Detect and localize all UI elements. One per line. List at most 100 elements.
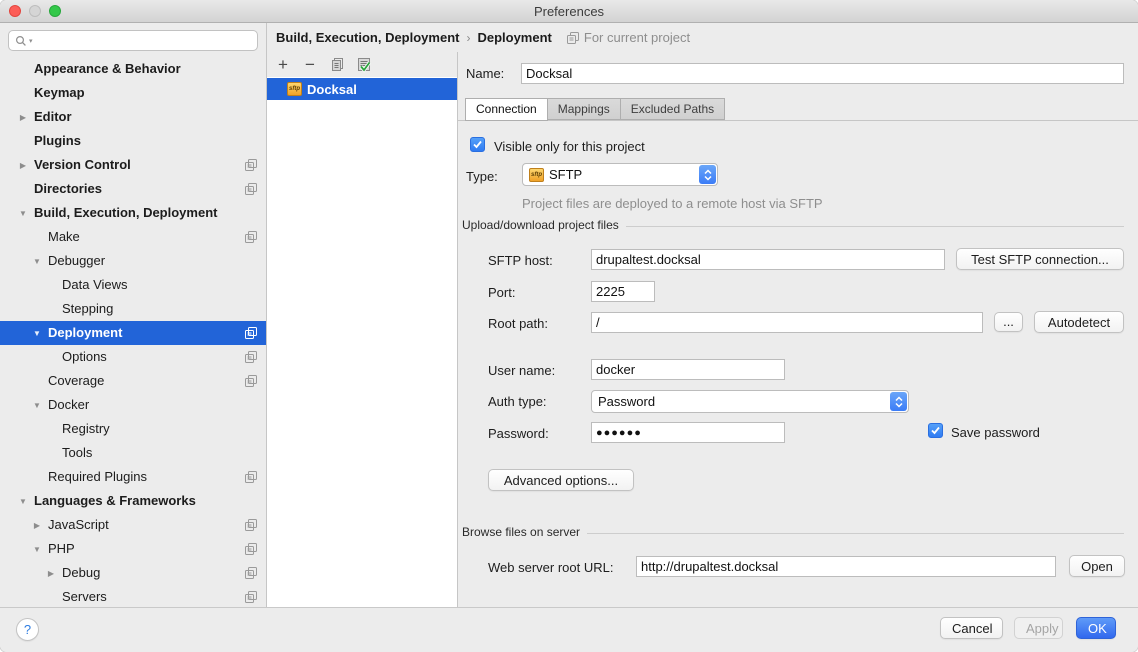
sidebar-item-javascript[interactable]: ▶ JavaScript — [0, 513, 266, 537]
expand-arrow-icon[interactable]: ▶ — [16, 106, 30, 130]
sidebar-item-debugger[interactable]: ▼ Debugger — [0, 249, 266, 273]
copy-server-button[interactable] — [328, 56, 346, 74]
sidebar-item-appearance-behavior[interactable]: Appearance & Behavior — [0, 57, 266, 81]
sidebar-item-plugins[interactable]: Plugins — [0, 129, 266, 153]
password-label: Password: — [488, 426, 549, 441]
select-stepper-icon — [890, 392, 907, 411]
scope-indicator: For current project — [567, 30, 690, 45]
ok-button[interactable]: OK — [1076, 617, 1116, 639]
sidebar-item-php[interactable]: ▼PHP — [0, 537, 266, 561]
type-select[interactable]: sftp SFTP — [522, 163, 718, 186]
breadcrumb-item-deployment[interactable]: Deployment — [477, 30, 551, 45]
checkmark-icon — [472, 139, 483, 150]
shared-settings-badge-icon — [245, 351, 257, 363]
expand-arrow-icon[interactable]: ▶ — [44, 562, 58, 586]
open-button[interactable]: Open — [1069, 555, 1125, 577]
browse-root-path-button[interactable]: ... — [994, 312, 1023, 332]
upload-section-label: Upload/download project files — [462, 218, 619, 232]
type-select-value: SFTP — [549, 167, 582, 182]
shared-settings-badge-icon — [245, 567, 257, 579]
deployment-form: Name: Connection Mappings Excluded Paths… — [458, 52, 1138, 607]
tab-mappings[interactable]: Mappings — [547, 98, 621, 120]
sidebar-item-label: Docker — [48, 397, 89, 412]
sidebar-item-debug[interactable]: ▶ Debug — [0, 561, 266, 585]
test-sftp-connection-button[interactable]: Test SFTP connection... — [956, 248, 1124, 270]
sidebar-item-label: Coverage — [48, 373, 104, 388]
advanced-options-button[interactable]: Advanced options... — [488, 469, 634, 491]
section-divider — [587, 533, 1124, 534]
sidebar-item-coverage[interactable]: Coverage — [0, 369, 266, 393]
tab-excluded-paths[interactable]: Excluded Paths — [620, 98, 725, 120]
sidebar-item-editor[interactable]: ▶Editor — [0, 105, 266, 129]
remove-server-button[interactable]: − — [301, 56, 319, 74]
sidebar-item-label: Debug — [62, 565, 100, 580]
port-input[interactable] — [591, 281, 655, 302]
root-path-input[interactable] — [591, 312, 983, 333]
collapse-arrow-icon[interactable]: ▼ — [16, 490, 30, 514]
password-input[interactable] — [591, 422, 785, 443]
breadcrumb-item-build-execution-deployment[interactable]: Build, Execution, Deployment — [276, 30, 459, 45]
collapse-arrow-icon[interactable]: ▼ — [16, 202, 30, 226]
breadcrumb: Build, Execution, Deployment › Deploymen… — [267, 23, 1138, 52]
help-button[interactable]: ? — [16, 618, 39, 641]
server-list-item-docksal[interactable]: sftp Docksal — [267, 78, 457, 100]
sidebar-item-options[interactable]: Options — [0, 345, 266, 369]
sidebar-item-tools[interactable]: Tools — [0, 441, 266, 465]
search-input[interactable]: ▾ — [8, 30, 258, 51]
auth-type-select[interactable]: Password — [591, 390, 909, 413]
sftp-host-input[interactable] — [591, 249, 945, 270]
shared-settings-badge-icon — [245, 159, 257, 171]
sidebar-item-make[interactable]: Make — [0, 225, 266, 249]
server-name: Docksal — [307, 82, 357, 97]
section-divider — [626, 226, 1124, 227]
sidebar-item-label: Build, Execution, Deployment — [34, 205, 217, 220]
shared-settings-badge-icon — [245, 327, 257, 339]
shared-settings-badge-icon — [245, 543, 257, 555]
sidebar-item-keymap[interactable]: Keymap — [0, 81, 266, 105]
sidebar-item-languages-frameworks[interactable]: ▼Languages & Frameworks — [0, 489, 266, 513]
search-filter-caret-icon[interactable]: ▾ — [29, 37, 33, 45]
sidebar-item-label: Appearance & Behavior — [34, 61, 181, 76]
expand-arrow-icon[interactable]: ▶ — [16, 154, 30, 178]
sidebar-item-servers[interactable]: Servers — [0, 585, 266, 607]
cancel-button[interactable]: Cancel — [940, 617, 1003, 639]
sidebar-item-version-control[interactable]: ▶Version Control — [0, 153, 266, 177]
web-root-input[interactable] — [636, 556, 1056, 577]
user-name-input[interactable] — [591, 359, 785, 380]
sidebar-item-data-views[interactable]: Data Views — [0, 273, 266, 297]
sidebar-item-label: Registry — [62, 421, 110, 436]
sidebar-item-label: JavaScript — [48, 517, 109, 532]
sidebar-item-required-plugins[interactable]: Required Plugins — [0, 465, 266, 489]
sftp-type-icon: sftp — [529, 168, 544, 182]
collapse-arrow-icon[interactable]: ▼ — [30, 250, 44, 274]
save-password-checkbox[interactable] — [928, 423, 943, 438]
sidebar-item-directories[interactable]: Directories — [0, 177, 266, 201]
edit-default-check-icon — [356, 57, 372, 73]
sidebar-item-deployment[interactable]: ▼Deployment — [0, 321, 266, 345]
upload-section-header: Upload/download project files — [462, 218, 1124, 232]
sidebar-item-label: Make — [48, 229, 80, 244]
collapse-arrow-icon[interactable]: ▼ — [30, 538, 44, 562]
apply-button[interactable]: Apply — [1014, 617, 1063, 639]
sidebar-item-build-execution-deployment[interactable]: ▼ Build, Execution, Deployment — [0, 201, 266, 225]
sidebar-item-docker[interactable]: ▼ Docker — [0, 393, 266, 417]
autodetect-button[interactable]: Autodetect — [1034, 311, 1124, 333]
tabstrip-divider — [458, 120, 1138, 121]
expand-arrow-icon[interactable]: ▶ — [30, 514, 44, 538]
root-path-label: Root path: — [488, 316, 548, 331]
collapse-arrow-icon[interactable]: ▼ — [30, 322, 44, 346]
sidebar-item-label: Debugger — [48, 253, 105, 268]
name-input[interactable] — [521, 63, 1124, 84]
type-label: Type: — [466, 169, 498, 184]
user-name-label: User name: — [488, 363, 555, 378]
add-server-button[interactable]: + — [274, 56, 292, 74]
tabstrip: Connection Mappings Excluded Paths — [466, 98, 725, 121]
collapse-arrow-icon[interactable]: ▼ — [30, 394, 44, 418]
use-as-default-button[interactable] — [355, 56, 373, 74]
select-stepper-icon — [699, 165, 716, 184]
tab-connection[interactable]: Connection — [465, 98, 548, 121]
browse-section-header: Browse files on server — [462, 525, 1124, 539]
sidebar-item-stepping[interactable]: Stepping — [0, 297, 266, 321]
sidebar-item-registry[interactable]: Registry — [0, 417, 266, 441]
visible-only-checkbox[interactable] — [470, 137, 485, 152]
